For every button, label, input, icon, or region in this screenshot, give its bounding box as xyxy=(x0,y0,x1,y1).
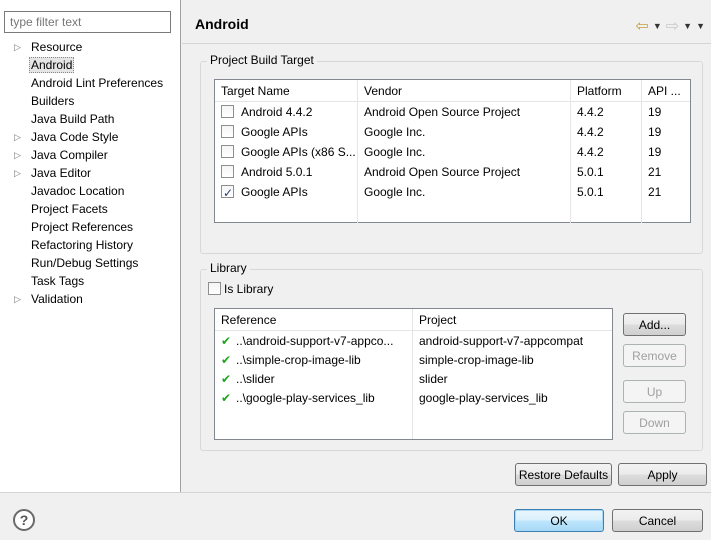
target-checkbox[interactable] xyxy=(221,125,234,138)
tree-item-android-lint[interactable]: Android Lint Preferences xyxy=(0,74,180,92)
tree-item-java-editor[interactable]: ▷ Java Editor xyxy=(0,164,180,182)
library-group-title: Library xyxy=(207,261,250,275)
build-target-table: Target Name Vendor Platform API ... Andr… xyxy=(214,79,691,223)
is-library-checkbox[interactable]: Is Library xyxy=(208,282,273,296)
table-row[interactable]: Google APIs Google Inc. 4.4.2 19 xyxy=(215,122,690,142)
history-nav: ⇦ ▼ ⇨ ▼ ▼ xyxy=(635,16,705,36)
cancel-button[interactable]: Cancel xyxy=(612,509,703,532)
table-row[interactable]: Google APIs Google Inc. 5.0.1 21 xyxy=(215,182,690,202)
target-checkbox[interactable] xyxy=(221,145,234,158)
expand-arrow-icon[interactable]: ▷ xyxy=(14,164,21,182)
tree-item-refactoring-history[interactable]: Refactoring History xyxy=(0,236,180,254)
check-icon: ✔ xyxy=(221,353,232,367)
library-group: Library Is Library Reference Project ✔..… xyxy=(200,261,703,451)
tree-item-project-facets[interactable]: Project Facets xyxy=(0,200,180,218)
tree-item-android[interactable]: Android xyxy=(0,56,180,74)
column-header-api[interactable]: API ... xyxy=(642,80,690,101)
check-icon: ✔ xyxy=(221,391,232,405)
library-table: Reference Project ✔ ..\android-support-v7… xyxy=(214,308,613,440)
page-header: Android ⇦ ▼ ⇨ ▼ ▼ xyxy=(182,0,711,44)
back-arrow-icon[interactable]: ⇦ xyxy=(635,16,648,36)
target-checkbox[interactable] xyxy=(221,105,234,118)
chevron-down-icon[interactable]: ▼ xyxy=(683,21,692,31)
up-button[interactable]: Up xyxy=(623,380,686,403)
table-row[interactable]: Google APIs (x86 S... Google Inc. 4.4.2 … xyxy=(215,142,690,162)
target-checkbox[interactable] xyxy=(221,165,234,178)
restore-defaults-button[interactable]: Restore Defaults xyxy=(515,463,612,486)
tree-item-run-debug-settings[interactable]: Run/Debug Settings xyxy=(0,254,180,272)
down-button[interactable]: Down xyxy=(623,411,686,434)
tree-item-task-tags[interactable]: Task Tags xyxy=(0,272,180,290)
checkbox[interactable] xyxy=(208,282,221,295)
expand-arrow-icon[interactable]: ▷ xyxy=(14,128,21,146)
forward-arrow-icon[interactable]: ⇨ xyxy=(666,16,679,36)
table-header: Reference Project xyxy=(215,309,612,331)
column-header-vendor[interactable]: Vendor xyxy=(358,80,571,101)
filter-input[interactable] xyxy=(4,11,171,33)
build-target-group-title: Project Build Target xyxy=(207,53,317,67)
column-header-target-name[interactable]: Target Name xyxy=(215,80,358,101)
chevron-down-icon[interactable]: ▼ xyxy=(653,21,662,31)
table-row[interactable]: Android 4.4.2 Android Open Source Projec… xyxy=(215,102,690,122)
table-row[interactable]: ✔ ..\android-support-v7-appco... android-… xyxy=(215,331,612,350)
apply-button[interactable]: Apply xyxy=(618,463,707,486)
page-title: Android xyxy=(195,16,249,32)
check-icon: ✔ xyxy=(221,372,232,386)
column-header-reference[interactable]: Reference xyxy=(215,309,413,330)
expand-arrow-icon[interactable]: ▷ xyxy=(14,146,21,164)
remove-library-button[interactable]: Remove xyxy=(623,344,686,367)
column-header-platform[interactable]: Platform xyxy=(571,80,642,101)
tree-item-java-build-path[interactable]: Java Build Path xyxy=(0,110,180,128)
tree-item-builders[interactable]: Builders xyxy=(0,92,180,110)
expand-arrow-icon[interactable]: ▷ xyxy=(14,290,21,308)
preferences-tree: ▷ Resource Android Android Lint Preferenc… xyxy=(0,38,180,308)
check-icon: ✔ xyxy=(221,334,232,348)
tree-item-project-references[interactable]: Project References xyxy=(0,218,180,236)
dialog-footer: ? OK Cancel xyxy=(0,492,711,540)
tree-item-javadoc-location[interactable]: Javadoc Location xyxy=(0,182,180,200)
tree-item-resource[interactable]: ▷ Resource xyxy=(0,38,180,56)
expand-arrow-icon[interactable]: ▷ xyxy=(14,38,21,56)
table-row[interactable]: ✔ ..\google-play-services_lib google-play… xyxy=(215,388,612,407)
build-target-group: Project Build Target Target Name Vendor … xyxy=(200,53,703,254)
tree-item-java-compiler[interactable]: ▷ Java Compiler xyxy=(0,146,180,164)
view-menu-icon[interactable]: ▼ xyxy=(696,21,705,31)
add-library-button[interactable]: Add... xyxy=(623,313,686,336)
table-row[interactable]: ✔ ..\simple-crop-image-lib simple-crop-im… xyxy=(215,350,612,369)
table-row[interactable]: Android 5.0.1 Android Open Source Projec… xyxy=(215,162,690,182)
table-row[interactable]: ✔ ..\slider slider xyxy=(215,369,612,388)
preferences-nav-panel: ▷Resource Android Android Lint Preferenc… xyxy=(0,0,181,492)
ok-button[interactable]: OK xyxy=(514,509,604,532)
help-icon[interactable]: ? xyxy=(13,509,35,531)
column-header-project[interactable]: Project xyxy=(413,309,612,330)
table-header: Target Name Vendor Platform API ... xyxy=(215,80,690,102)
tree-item-java-code-style[interactable]: ▷ Java Code Style xyxy=(0,128,180,146)
tree-item-validation[interactable]: ▷ Validation xyxy=(0,290,180,308)
target-checkbox[interactable] xyxy=(221,183,234,202)
